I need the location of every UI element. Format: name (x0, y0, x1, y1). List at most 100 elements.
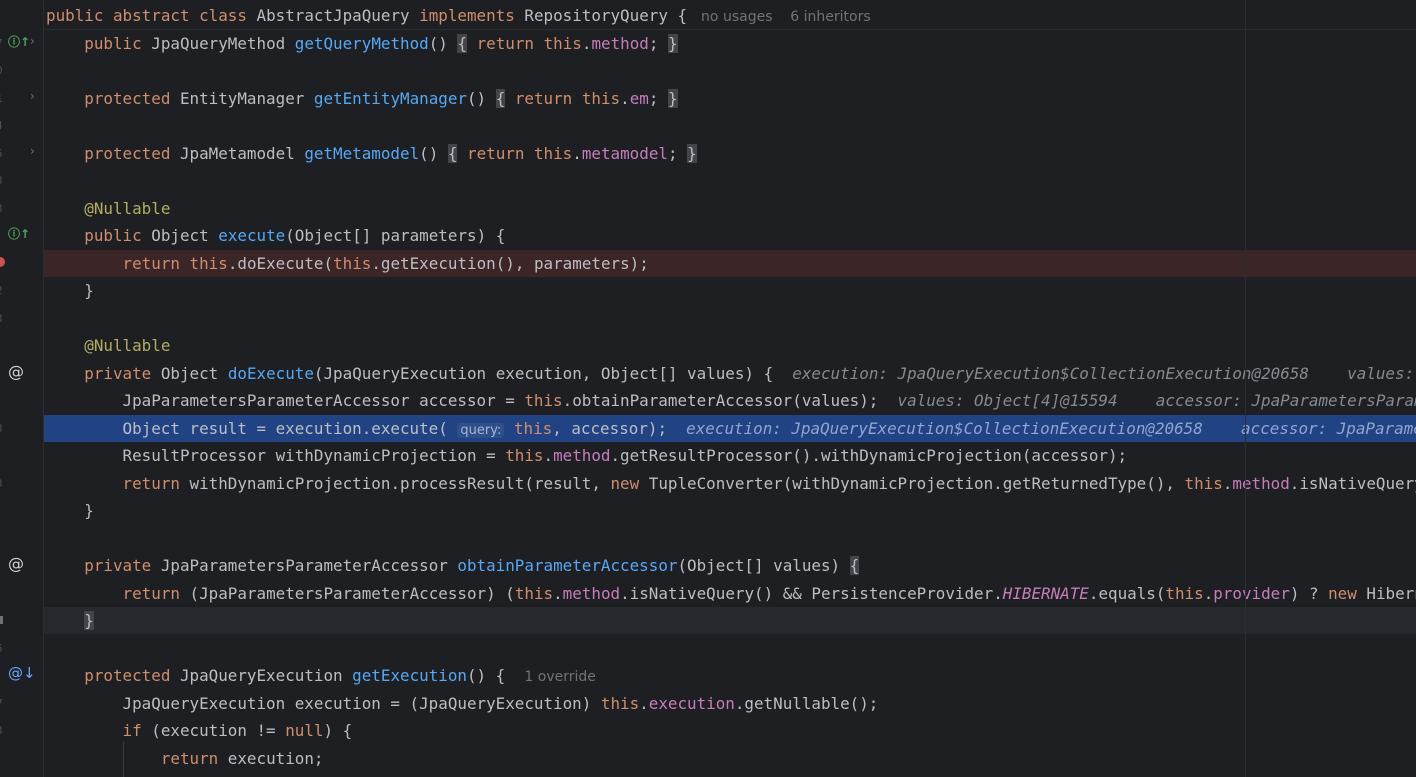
code-line[interactable]: public JpaQueryMethod getQueryMethod() {… (44, 30, 1416, 57)
code-token: Object (151, 226, 219, 245)
keyword-token: this (1165, 583, 1204, 603)
overridden-method-icon[interactable]: @↓ (8, 666, 36, 681)
code-token: RepositoryQuery { (524, 6, 697, 25)
code-line[interactable]: protected JpaMetamodel getMetamodel() { … (44, 140, 1416, 167)
code-editor[interactable]: 7ⓘ↑›01›45›33ⓘ↑23@33@5@↓73 public abstrac… (0, 0, 1416, 777)
chevron-right-icon[interactable]: › (30, 35, 35, 47)
code-line[interactable] (44, 57, 1416, 84)
gutter-line[interactable] (0, 497, 43, 524)
gutter-line[interactable]: 3 (0, 167, 43, 194)
gutter-line[interactable]: 0 (0, 57, 43, 84)
code-token: JpaMetamodel (179, 143, 305, 163)
chevron-right-icon[interactable]: › (30, 90, 35, 102)
gutter-line[interactable]: 3 (0, 717, 43, 744)
called-from-icon[interactable]: @ (8, 363, 24, 380)
called-from-icon[interactable]: @ (8, 556, 24, 572)
code-line[interactable]: return this.doExecute(this.getExecution(… (44, 249, 1416, 277)
debugger-inline-value[interactable]: execution: JpaQueryExecution$CollectionE… (792, 364, 1416, 383)
gutter-line[interactable]: 5 (0, 635, 43, 662)
folded-brace-token: { (495, 88, 506, 108)
code-line[interactable]: Object result = execution.execute( query… (44, 414, 1416, 442)
editor-gutter[interactable]: 7ⓘ↑›01›45›33ⓘ↑23@33@5@↓73 (0, 0, 44, 777)
gutter-line[interactable]: 4 (0, 112, 43, 139)
code-token: .getExecution(), parameters); (371, 253, 649, 273)
code-line[interactable]: ResultProcessor withDynamicProjection = … (44, 442, 1416, 469)
gutter-line[interactable] (0, 580, 43, 607)
gutter-line[interactable]: @ (0, 552, 43, 579)
gutter-line[interactable]: 3 (0, 305, 43, 332)
code-line[interactable]: private JpaParametersParameterAccessor o… (44, 552, 1416, 579)
debugger-inline-value[interactable]: values: Object[4]@15594 accessor: JpaPar… (898, 391, 1416, 410)
code-line[interactable]: return execution; (44, 745, 1416, 772)
line-number: 1 (0, 91, 3, 106)
gutter-line[interactable] (0, 2, 43, 29)
code-line[interactable]: @Nullable (44, 332, 1416, 359)
field-token: provider (1213, 583, 1290, 603)
gutter-line[interactable]: 7 (0, 690, 43, 717)
code-token: .equals( (1088, 583, 1166, 603)
code-line[interactable] (44, 167, 1416, 194)
gutter-line[interactable] (0, 525, 43, 552)
keyword-token: protected (84, 88, 180, 108)
code-line[interactable]: return withDynamicProjection.processResu… (44, 470, 1416, 497)
field-token: method (591, 33, 649, 53)
code-area[interactable]: public abstract class AbstractJpaQuery i… (44, 0, 1416, 777)
gutter-line[interactable] (0, 772, 43, 777)
code-line[interactable]: public Object execute(Object[] parameter… (44, 222, 1416, 249)
code-line[interactable]: @Nullable (44, 195, 1416, 222)
gutter-line[interactable]: @↓ (0, 662, 43, 689)
annotation-token: @Nullable (84, 336, 171, 355)
gutter-line[interactable]: 1› (0, 85, 43, 112)
indent-guide (123, 742, 124, 777)
chevron-right-icon[interactable]: › (30, 145, 35, 157)
code-line[interactable]: JpaParametersParameterAccessor accessor … (44, 387, 1416, 414)
code-vision-hint[interactable]: no usages (697, 9, 772, 25)
code-line[interactable]: if (execution != null) { (44, 717, 1416, 744)
gutter-line[interactable]: 5› (0, 140, 43, 167)
debugger-inline-value[interactable]: execution: JpaQueryExecution$CollectionE… (686, 419, 1416, 438)
change-marker-icon[interactable] (0, 616, 3, 624)
sticky-class-header[interactable]: public abstract class AbstractJpaQuery i… (44, 2, 1416, 29)
code-line[interactable]: protected JpaQueryExecution getExecution… (44, 662, 1416, 689)
code-line[interactable]: } (44, 607, 1416, 634)
code-token: .obtainParameterAccessor(values); (562, 391, 898, 410)
code-line[interactable]: } (44, 277, 1416, 304)
gutter-line[interactable]: ⓘ↑ (0, 222, 43, 249)
code-line[interactable]: protected EntityManager getEntityManager… (44, 85, 1416, 112)
code-line[interactable]: JpaQueryExecution execution = (JpaQueryE… (44, 690, 1416, 717)
gutter-line[interactable] (0, 442, 43, 469)
gutter-line[interactable] (0, 250, 43, 277)
keyword-token: return (122, 253, 190, 273)
code-line[interactable] (44, 305, 1416, 332)
code-line[interactable] (44, 525, 1416, 552)
gutter-line[interactable] (0, 745, 43, 772)
gutter-line[interactable]: 3 (0, 415, 43, 442)
gutter-line[interactable] (0, 387, 43, 414)
code-line[interactable] (44, 635, 1416, 662)
keyword-token: this (600, 693, 640, 713)
code-line[interactable] (44, 112, 1416, 139)
code-vision-hint[interactable]: 6 inheritors (773, 9, 870, 25)
gutter-line[interactable] (0, 607, 43, 634)
gutter-line[interactable]: 2 (0, 277, 43, 304)
code-line[interactable]: } (44, 497, 1416, 524)
code-line[interactable]: return (JpaParametersParameterAccessor) … (44, 580, 1416, 607)
gutter-line[interactable]: 7 ⓘ↑› (0, 30, 43, 57)
line-number: 2 (0, 283, 3, 298)
gutter-line[interactable] (0, 332, 43, 359)
code-vision-hint[interactable]: 1 override (524, 669, 595, 685)
field-token: em (629, 88, 649, 108)
implements-method-icon[interactable]: ⓘ↑ (8, 228, 30, 240)
gutter-line[interactable]: @ (0, 360, 43, 387)
keyword-token: class (199, 6, 257, 25)
implements-method-icon[interactable]: ⓘ↑ (8, 36, 30, 48)
gutter-line[interactable]: 3 (0, 470, 43, 497)
keyword-token: return (514, 88, 582, 108)
code-line[interactable]: private Object doExecute(JpaQueryExecuti… (44, 360, 1416, 387)
gutter-line[interactable]: 3 (0, 195, 43, 222)
breakpoint-icon[interactable] (0, 256, 5, 267)
